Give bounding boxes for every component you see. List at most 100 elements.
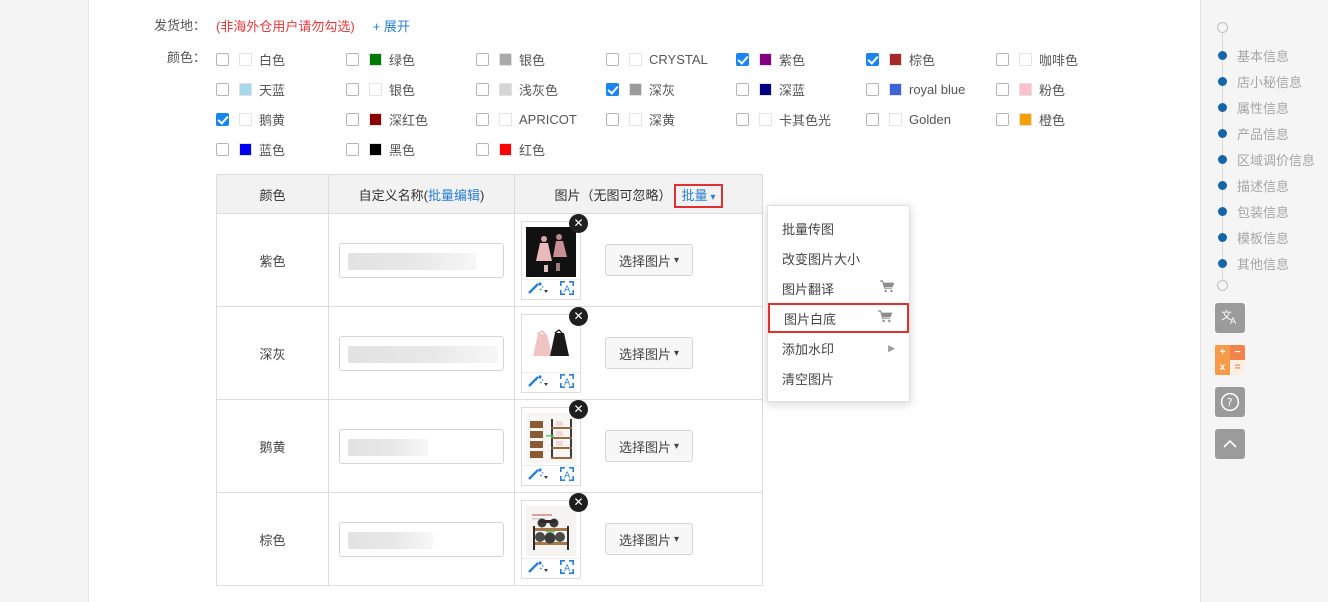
resize-image-icon[interactable]: A — [559, 466, 575, 485]
choose-image-button-1[interactable]: 选择图片 ▾ — [605, 337, 694, 369]
color-option-2[interactable]: 银色 — [476, 49, 606, 70]
color-option-1[interactable]: 绿色 — [346, 49, 476, 70]
color-checkbox-0[interactable] — [216, 53, 229, 66]
color-option-23[interactable]: 红色 — [476, 139, 606, 160]
batch-menu-item-1[interactable]: 改变图片大小 — [768, 243, 909, 273]
color-option-21[interactable]: 蓝色 — [216, 139, 346, 160]
rail-nav-item-8[interactable]: 其他信息 — [1217, 250, 1328, 276]
scroll-top-icon[interactable] — [1215, 429, 1245, 459]
resize-image-icon[interactable]: A — [559, 559, 575, 578]
color-checkbox-13[interactable] — [996, 83, 1009, 96]
image-thumbnail-0[interactable]: ✕ A — [521, 213, 588, 300]
rail-nav-item-3[interactable]: 产品信息 — [1217, 120, 1328, 146]
rail-nav-item-2[interactable]: 属性信息 — [1217, 94, 1328, 120]
color-option-19[interactable]: Golden — [866, 109, 996, 130]
batch-menu-item-2[interactable]: 图片翻译 — [768, 273, 909, 303]
batch-menu-item-0[interactable]: 批量传图 — [768, 213, 909, 243]
color-checkbox-2[interactable] — [476, 53, 489, 66]
custom-name-input-1[interactable] — [339, 335, 504, 371]
color-checkbox-6[interactable] — [996, 53, 1009, 66]
batch-menu-item-4[interactable]: 添加水印 ▶ — [768, 333, 909, 363]
magic-wand-icon[interactable] — [527, 281, 549, 298]
color-option-13[interactable]: 粉色 — [996, 79, 1126, 100]
custom-name-input-2[interactable] — [339, 428, 504, 464]
color-option-16[interactable]: APRICOT — [476, 109, 606, 130]
color-option-0[interactable]: 白色 — [216, 49, 346, 70]
color-checkbox-10[interactable] — [606, 83, 619, 96]
image-thumbnail-3[interactable]: ✕ A — [521, 492, 588, 579]
color-checkbox-15[interactable] — [346, 113, 359, 126]
color-option-22[interactable]: 黑色 — [346, 139, 476, 160]
rail-nav-item-4[interactable]: 区域调价信息 — [1217, 146, 1328, 172]
custom-name-input-3[interactable] — [339, 521, 504, 557]
color-checkbox-8[interactable] — [346, 83, 359, 96]
color-checkbox-20[interactable] — [996, 113, 1009, 126]
choose-image-button-0[interactable]: 选择图片 ▾ — [605, 244, 694, 276]
choose-image-button-2[interactable]: 选择图片 ▾ — [605, 430, 694, 462]
image-thumbnail-1[interactable]: ✕ A — [521, 306, 588, 393]
color-checkbox-21[interactable] — [216, 143, 229, 156]
custom-name-input-0[interactable] — [339, 242, 504, 278]
color-option-14[interactable]: 鹅黄 — [216, 109, 346, 130]
color-option-8[interactable]: 银色 — [346, 79, 476, 100]
rail-nav-item-6[interactable]: 包装信息 — [1217, 198, 1328, 224]
resize-image-icon[interactable]: A — [559, 280, 575, 299]
color-checkbox-19[interactable] — [866, 113, 879, 126]
color-checkbox-5[interactable] — [866, 53, 879, 66]
magic-wand-icon[interactable] — [527, 374, 549, 391]
batch-menu-item-5[interactable]: 清空图片 — [768, 363, 909, 393]
color-option-20[interactable]: 橙色 — [996, 109, 1126, 130]
color-checkbox-3[interactable] — [606, 53, 619, 66]
svg-text:A: A — [564, 564, 571, 574]
batch-menu-item-3[interactable]: 图片白底 — [768, 303, 909, 333]
translate-icon[interactable]: 文 A — [1215, 303, 1245, 333]
remove-image-icon[interactable]: ✕ — [569, 399, 588, 419]
color-option-3[interactable]: CRYSTAL — [606, 49, 736, 70]
color-option-18[interactable]: 卡其色光 — [736, 109, 866, 130]
color-option-10[interactable]: 深灰 — [606, 79, 736, 100]
resize-image-icon[interactable]: A — [559, 373, 575, 392]
color-checkbox-16[interactable] — [476, 113, 489, 126]
remove-image-icon[interactable]: ✕ — [569, 213, 588, 233]
help-icon[interactable]: ? — [1215, 387, 1245, 417]
color-option-4[interactable]: 紫色 — [736, 49, 866, 70]
remove-image-icon[interactable]: ✕ — [569, 492, 588, 512]
color-option-9[interactable]: 浅灰色 — [476, 79, 606, 100]
calculator-icon[interactable]: + − x = — [1215, 345, 1245, 375]
color-option-12[interactable]: royal blue — [866, 79, 996, 100]
color-checkbox-22[interactable] — [346, 143, 359, 156]
color-checkbox-1[interactable] — [346, 53, 359, 66]
magic-wand-icon[interactable] — [527, 560, 549, 577]
chevron-down-icon: ▾ — [674, 533, 680, 545]
color-option-7[interactable]: 天蓝 — [216, 79, 346, 100]
color-swatch-22 — [369, 143, 382, 156]
color-option-6[interactable]: 咖啡色 — [996, 49, 1126, 70]
color-checkbox-7[interactable] — [216, 83, 229, 96]
color-name-13: 粉色 — [1039, 83, 1066, 98]
color-option-5[interactable]: 棕色 — [866, 49, 996, 70]
rail-nav-item-0[interactable]: 基本信息 — [1217, 42, 1328, 68]
color-checkbox-18[interactable] — [736, 113, 749, 126]
rail-nav-item-1[interactable]: 店小秘信息 — [1217, 68, 1328, 94]
color-checkbox-11[interactable] — [736, 83, 749, 96]
color-checkbox-9[interactable] — [476, 83, 489, 96]
color-checkbox-23[interactable] — [476, 143, 489, 156]
image-thumbnail-2[interactable]: ✕ A — [521, 399, 588, 486]
color-checkbox-4[interactable] — [736, 53, 749, 66]
batch-dropdown-button[interactable]: 批量 ▾ — [674, 183, 723, 208]
rail-nav-item-5[interactable]: 描述信息 — [1217, 172, 1328, 198]
color-checkbox-12[interactable] — [866, 83, 879, 96]
color-checkbox-14[interactable] — [216, 113, 229, 126]
expand-shipping-link[interactable]: + 展开 — [373, 16, 410, 35]
choose-image-button-3[interactable]: 选择图片 ▾ — [605, 523, 694, 555]
batch-menu-item-label: 清空图片 — [782, 371, 835, 387]
magic-wand-icon[interactable] — [527, 467, 549, 484]
color-option-17[interactable]: 深黄 — [606, 109, 736, 130]
remove-image-icon[interactable]: ✕ — [569, 306, 588, 326]
color-option-15[interactable]: 深红色 — [346, 109, 476, 130]
color-option-11[interactable]: 深蓝 — [736, 79, 866, 100]
rail-nav-item-7[interactable]: 模板信息 — [1217, 224, 1328, 250]
chevron-down-icon: ▾ — [674, 347, 680, 359]
batch-edit-link[interactable]: 批量编辑 — [428, 188, 480, 203]
color-checkbox-17[interactable] — [606, 113, 619, 126]
